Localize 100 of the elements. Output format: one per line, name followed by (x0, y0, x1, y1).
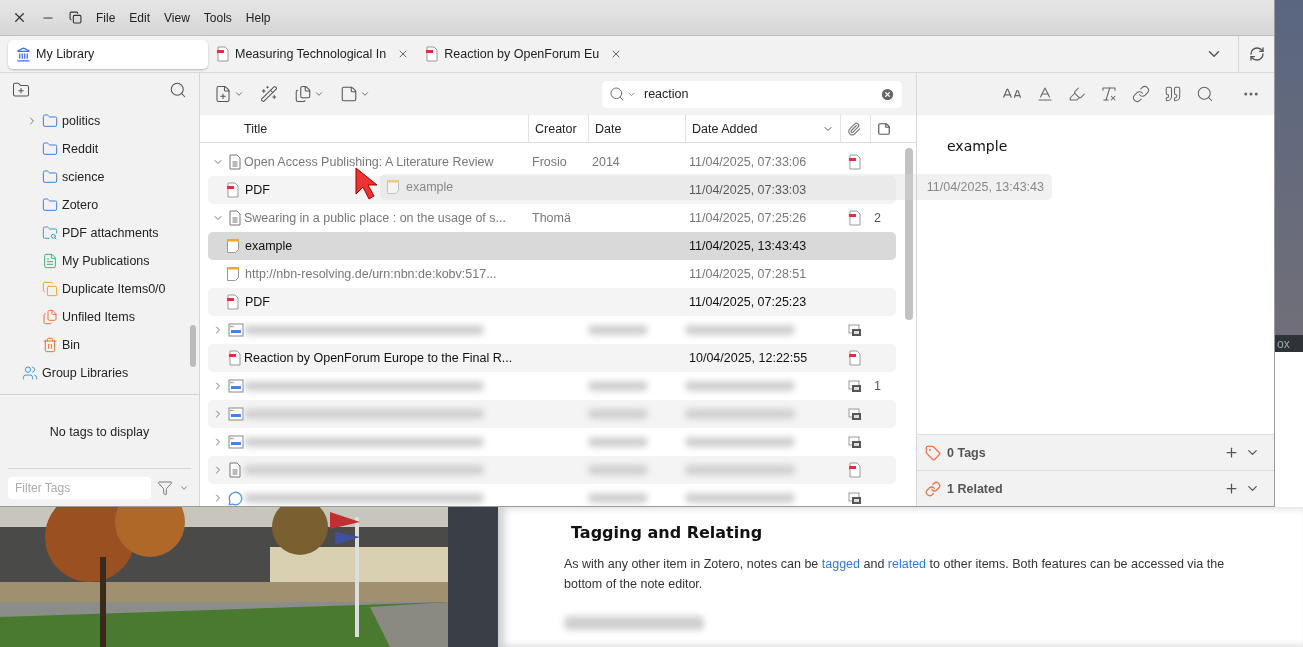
tab[interactable]: Reaction by OpenForum Eu (417, 39, 631, 69)
trash-icon (42, 337, 58, 353)
tab[interactable]: Measuring Technological In (208, 39, 418, 69)
collection-item[interactable]: Unfiled Items (0, 303, 199, 331)
collection-item[interactable]: Duplicate Items0/0 (0, 275, 199, 303)
pdf-icon (226, 294, 240, 310)
add-attachment-button[interactable] (294, 85, 324, 103)
collection-label: Group Libraries (42, 366, 129, 380)
column-header[interactable]: Date Added (685, 115, 840, 142)
folder-icon (42, 197, 58, 213)
drag-title: example (406, 180, 454, 194)
collection-item[interactable]: politics (0, 107, 199, 135)
webpage-icon (228, 323, 244, 337)
group-icon (22, 365, 38, 381)
column-header[interactable]: Date (588, 115, 685, 142)
new-item-button[interactable] (214, 85, 244, 103)
tag-icon (925, 444, 941, 461)
collection-item[interactable]: My Publications (0, 247, 199, 275)
blurred-text (588, 437, 648, 447)
citation-icon[interactable] (1164, 85, 1182, 103)
collection-label: science (62, 170, 105, 184)
folder-icon (42, 141, 58, 157)
search-icon[interactable] (169, 81, 187, 99)
empty-tags-message: No tags to display (49, 424, 150, 439)
search-icon (609, 86, 625, 102)
blurred-text (588, 493, 648, 503)
link-icon[interactable] (1132, 85, 1150, 103)
menu-item[interactable]: Tools (203, 10, 232, 25)
text-color-icon[interactable] (1036, 85, 1054, 103)
collection-item[interactable]: Zotero (0, 191, 199, 219)
filter-tags-field[interactable]: Filter Tags (8, 476, 151, 499)
item-title: Open Access Publishing: A Literature Review (244, 155, 494, 169)
menu-item[interactable]: Help (245, 10, 271, 25)
note-section-header[interactable]: 0 Tags (917, 434, 1274, 470)
menu-item[interactable]: Edit (129, 10, 151, 25)
speech-bubble-icon (228, 490, 243, 506)
filter-icon[interactable] (157, 479, 173, 496)
item-creator: Thomä (531, 211, 571, 225)
new-note-button[interactable] (340, 85, 370, 103)
item-date-added: 11/04/2025, 07:28:51 (688, 267, 808, 281)
collection-label: My Publications (62, 254, 150, 268)
item-date-added: 11/04/2025, 07:25:23 (688, 295, 808, 309)
collection-item[interactable]: Bin (0, 331, 199, 359)
files-icon (294, 85, 312, 103)
new-collection-icon[interactable] (12, 81, 30, 99)
files-icon (42, 309, 58, 325)
collection-item[interactable]: science (0, 163, 199, 191)
clear-formatting-icon[interactable] (1100, 85, 1118, 103)
close-icon[interactable] (12, 10, 27, 25)
folder-search-icon (42, 225, 58, 241)
magic-wand-icon[interactable] (260, 85, 278, 103)
item-date-added: 11/04/2025, 13:43:43 (688, 239, 808, 253)
related-icon (925, 480, 941, 497)
clear-search-icon[interactable] (880, 86, 895, 102)
webpage-icon (228, 407, 244, 421)
link[interactable]: related (887, 557, 927, 571)
panel-label: ox (1277, 336, 1290, 351)
item-row[interactable]: PDF 11/04/2025, 07:25:23 (208, 288, 896, 316)
search-field[interactable]: reaction (602, 80, 902, 108)
document-icon (228, 462, 242, 478)
note-text: example (947, 138, 1008, 154)
snapshot-icon (848, 379, 862, 393)
document-icon (42, 253, 58, 269)
search-icon[interactable] (1196, 85, 1214, 103)
item-title: example (245, 239, 293, 253)
menu-item[interactable]: File (96, 10, 116, 25)
blurred-text (588, 409, 648, 419)
duplicate-icon (42, 281, 58, 297)
column-header[interactable]: Creator (528, 115, 588, 142)
paragraph: As with any other item in Zotero, notes can be tagged and related to other items. Both features can be accessed via the bottom of the note editor. (564, 556, 1226, 593)
tab[interactable]: My Library (8, 39, 208, 69)
pdf-icon (848, 210, 862, 226)
item-date-added: 10/04/2025, 12:22:55 (688, 351, 809, 365)
note-section-header[interactable]: 1 Related (917, 470, 1274, 506)
add-icon[interactable] (1224, 481, 1239, 496)
menu-item[interactable]: View (164, 10, 190, 25)
webpage-icon (228, 379, 244, 393)
webpage-icon (228, 435, 244, 449)
library-icon (16, 46, 31, 62)
link[interactable]: tagged (821, 557, 860, 571)
pdf-icon (848, 462, 862, 478)
collection-item[interactable]: Reddit (0, 135, 199, 163)
item-title: PDF (245, 183, 270, 197)
item-row[interactable]: example 11/04/2025, 13:43:43 (208, 232, 896, 260)
highlight-icon[interactable] (1068, 85, 1086, 103)
add-icon[interactable] (1224, 445, 1239, 460)
column-header[interactable]: Title (244, 115, 528, 142)
collection-item[interactable]: Group Libraries (0, 359, 199, 387)
notes-column-icon[interactable] (877, 121, 891, 136)
item-title: http://nbn-resolving.de/urn:nbn:de:kobv:517... (245, 267, 497, 281)
folder-icon (42, 113, 58, 129)
item-date-added: 11/04/2025, 07:33:06 (688, 155, 808, 169)
collection-item[interactable]: PDF attachments (0, 219, 199, 247)
blurred-text (588, 465, 648, 475)
note-icon (226, 238, 240, 254)
scrollbar-thumb (190, 325, 196, 367)
attachment-column-icon[interactable] (847, 121, 861, 136)
restore-icon[interactable] (69, 11, 82, 24)
item-row[interactable]: Reaction by OpenForum Europe to the Final R... 10/04/2025, 12:22:55 (208, 344, 896, 372)
snapshot-icon (848, 435, 862, 449)
